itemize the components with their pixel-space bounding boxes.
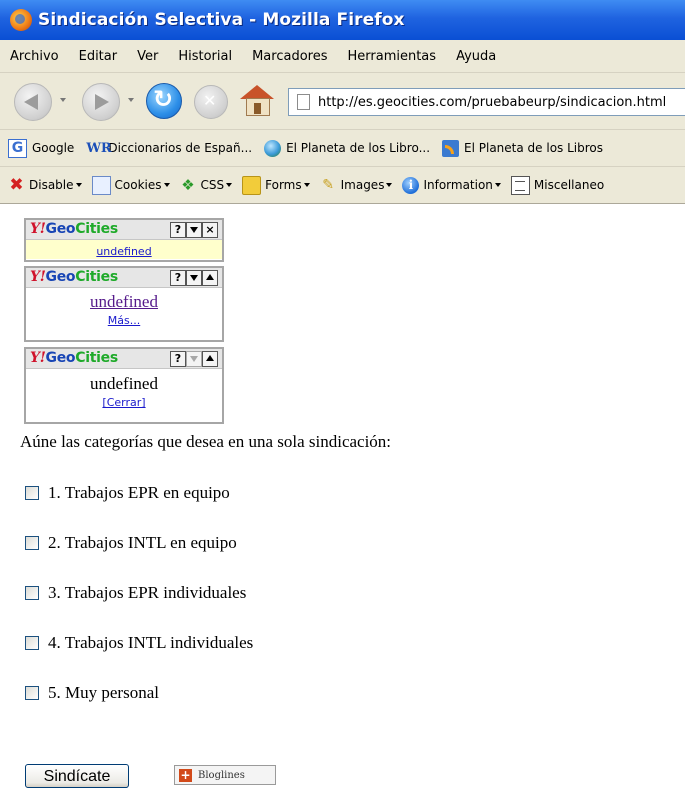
web-developer-toolbar: ✖ Disable Cookies ❖ CSS Forms ✎ Images i…	[0, 167, 685, 204]
chevron-down-icon	[386, 183, 393, 187]
help-button[interactable]: ?	[170, 351, 186, 367]
dev-disable-menu[interactable]: ✖ Disable	[8, 174, 82, 195]
chevron-down-icon	[303, 183, 310, 187]
bookmarks-toolbar: G Google WR Diccionarios de Españ... El …	[0, 130, 685, 167]
css-icon: ❖	[181, 175, 195, 194]
checkbox-1[interactable]	[25, 486, 39, 500]
menu-herramientas[interactable]: Herramientas	[348, 49, 437, 64]
plus-icon: +	[179, 767, 192, 782]
help-button[interactable]: ?	[170, 270, 186, 286]
geocities-logo: Y!GeoCities	[30, 221, 118, 237]
collapse-button[interactable]	[186, 270, 202, 286]
close-button[interactable]: ×	[202, 222, 218, 238]
menu-bar: Archivo Editar Ver Historial Marcadores …	[0, 40, 685, 73]
title-bar: Sindicación Selectiva - Mozilla Firefox	[0, 0, 685, 40]
forward-button[interactable]	[82, 83, 120, 121]
syndicate-button[interactable]: Sindícate	[25, 764, 129, 788]
bookmark-planeta-libros-1[interactable]: El Planeta de los Libro...	[264, 139, 430, 157]
checkbox-3[interactable]	[25, 586, 39, 600]
information-icon: i	[402, 176, 420, 194]
url-text: http://es.geocities.com/pruebabeurp/sind…	[318, 94, 667, 110]
geocities-widget-3: Y!GeoCities ? undefined [Cerrar]	[24, 347, 224, 424]
expand-button[interactable]	[202, 351, 218, 367]
checkbox-4[interactable]	[25, 636, 39, 650]
intro-text: Aúne las categorías que desea en una sol…	[20, 432, 392, 451]
miscellaneous-icon	[510, 175, 530, 195]
chevron-down-icon	[494, 183, 501, 187]
collapse-button[interactable]	[186, 222, 202, 238]
menu-ayuda[interactable]: Ayuda	[456, 49, 496, 64]
firefox-icon	[10, 9, 32, 31]
cookie-icon	[91, 175, 111, 195]
widget-link[interactable]: undefined	[26, 292, 222, 312]
bloglines-button[interactable]: + Bloglines	[174, 765, 276, 785]
chevron-down-icon	[163, 183, 170, 187]
menu-ver[interactable]: Ver	[137, 49, 158, 64]
widget-link[interactable]: undefined	[96, 245, 151, 258]
google-icon: G	[8, 138, 27, 158]
widget-body: undefined Más...	[26, 288, 222, 327]
more-link[interactable]: Más...	[26, 314, 222, 327]
images-icon: ✎	[322, 176, 334, 193]
geocities-logo: Y!GeoCities	[30, 350, 118, 366]
wordreference-icon: WR	[86, 140, 112, 156]
menu-archivo[interactable]: Archivo	[10, 49, 59, 64]
globe-icon	[264, 139, 282, 157]
disable-icon: ✖	[9, 174, 24, 195]
option-3[interactable]: 3. Trabajos EPR individuales	[25, 583, 246, 603]
geocities-logo: Y!GeoCities	[30, 269, 118, 285]
help-button[interactable]: ?	[170, 222, 186, 238]
dev-cookies-menu[interactable]: Cookies	[91, 175, 170, 195]
menu-editar[interactable]: Editar	[79, 49, 118, 64]
chevron-down-icon	[226, 183, 233, 187]
widget-header: Y!GeoCities ? ×	[26, 220, 222, 240]
dev-forms-menu[interactable]: Forms	[242, 175, 310, 195]
address-bar[interactable]: http://es.geocities.com/pruebabeurp/sind…	[288, 88, 685, 116]
forward-history-dropdown-icon[interactable]	[128, 98, 134, 102]
checkbox-2[interactable]	[25, 536, 39, 550]
back-button[interactable]	[14, 83, 52, 121]
home-button[interactable]	[240, 85, 274, 116]
reload-button[interactable]	[146, 83, 182, 119]
back-history-dropdown-icon[interactable]	[60, 98, 66, 102]
window-title: Sindicación Selectiva - Mozilla Firefox	[38, 10, 405, 30]
dev-css-menu[interactable]: ❖ CSS	[180, 175, 233, 194]
bookmark-planeta-libros-2[interactable]: El Planeta de los Libros	[442, 139, 603, 157]
rss-icon	[442, 139, 460, 157]
geocities-widget-1: Y!GeoCities ? × undefined	[24, 218, 224, 262]
geocities-widget-2: Y!GeoCities ? undefined Más...	[24, 266, 224, 342]
stop-button[interactable]	[194, 85, 228, 119]
home-icon	[240, 85, 274, 99]
page-content: Y!GeoCities ? × undefined Y!GeoCities ? …	[0, 204, 685, 796]
menu-marcadores[interactable]: Marcadores	[252, 49, 327, 64]
menu-historial[interactable]: Historial	[178, 49, 232, 64]
widget-body: undefined	[26, 240, 222, 259]
option-2[interactable]: 2. Trabajos INTL en equipo	[25, 533, 237, 553]
option-4[interactable]: 4. Trabajos INTL individuales	[25, 633, 253, 653]
collapse-button	[186, 351, 202, 367]
page-icon	[297, 94, 310, 110]
option-5[interactable]: 5. Muy personal	[25, 683, 159, 703]
checkbox-5[interactable]	[25, 686, 39, 700]
widget-header: Y!GeoCities ?	[26, 349, 222, 369]
chevron-down-icon	[75, 183, 82, 187]
widget-header: Y!GeoCities ?	[26, 268, 222, 288]
dev-information-menu[interactable]: i Information	[402, 176, 501, 194]
close-link[interactable]: [Cerrar]	[26, 396, 222, 409]
option-1[interactable]: 1. Trabajos EPR en equipo	[25, 483, 230, 503]
dev-miscellaneous-menu[interactable]: Miscellaneo	[510, 175, 604, 195]
forms-icon	[242, 175, 262, 195]
widget-text: undefined	[90, 374, 158, 393]
dev-images-menu[interactable]: ✎ Images	[320, 177, 393, 194]
bookmark-diccionarios[interactable]: WR Diccionarios de Españ...	[86, 140, 252, 157]
expand-button[interactable]	[202, 270, 218, 286]
widget-body: undefined [Cerrar]	[26, 369, 222, 409]
navigation-toolbar: http://es.geocities.com/pruebabeurp/sind…	[0, 73, 685, 130]
bookmark-google[interactable]: G Google	[8, 138, 74, 158]
